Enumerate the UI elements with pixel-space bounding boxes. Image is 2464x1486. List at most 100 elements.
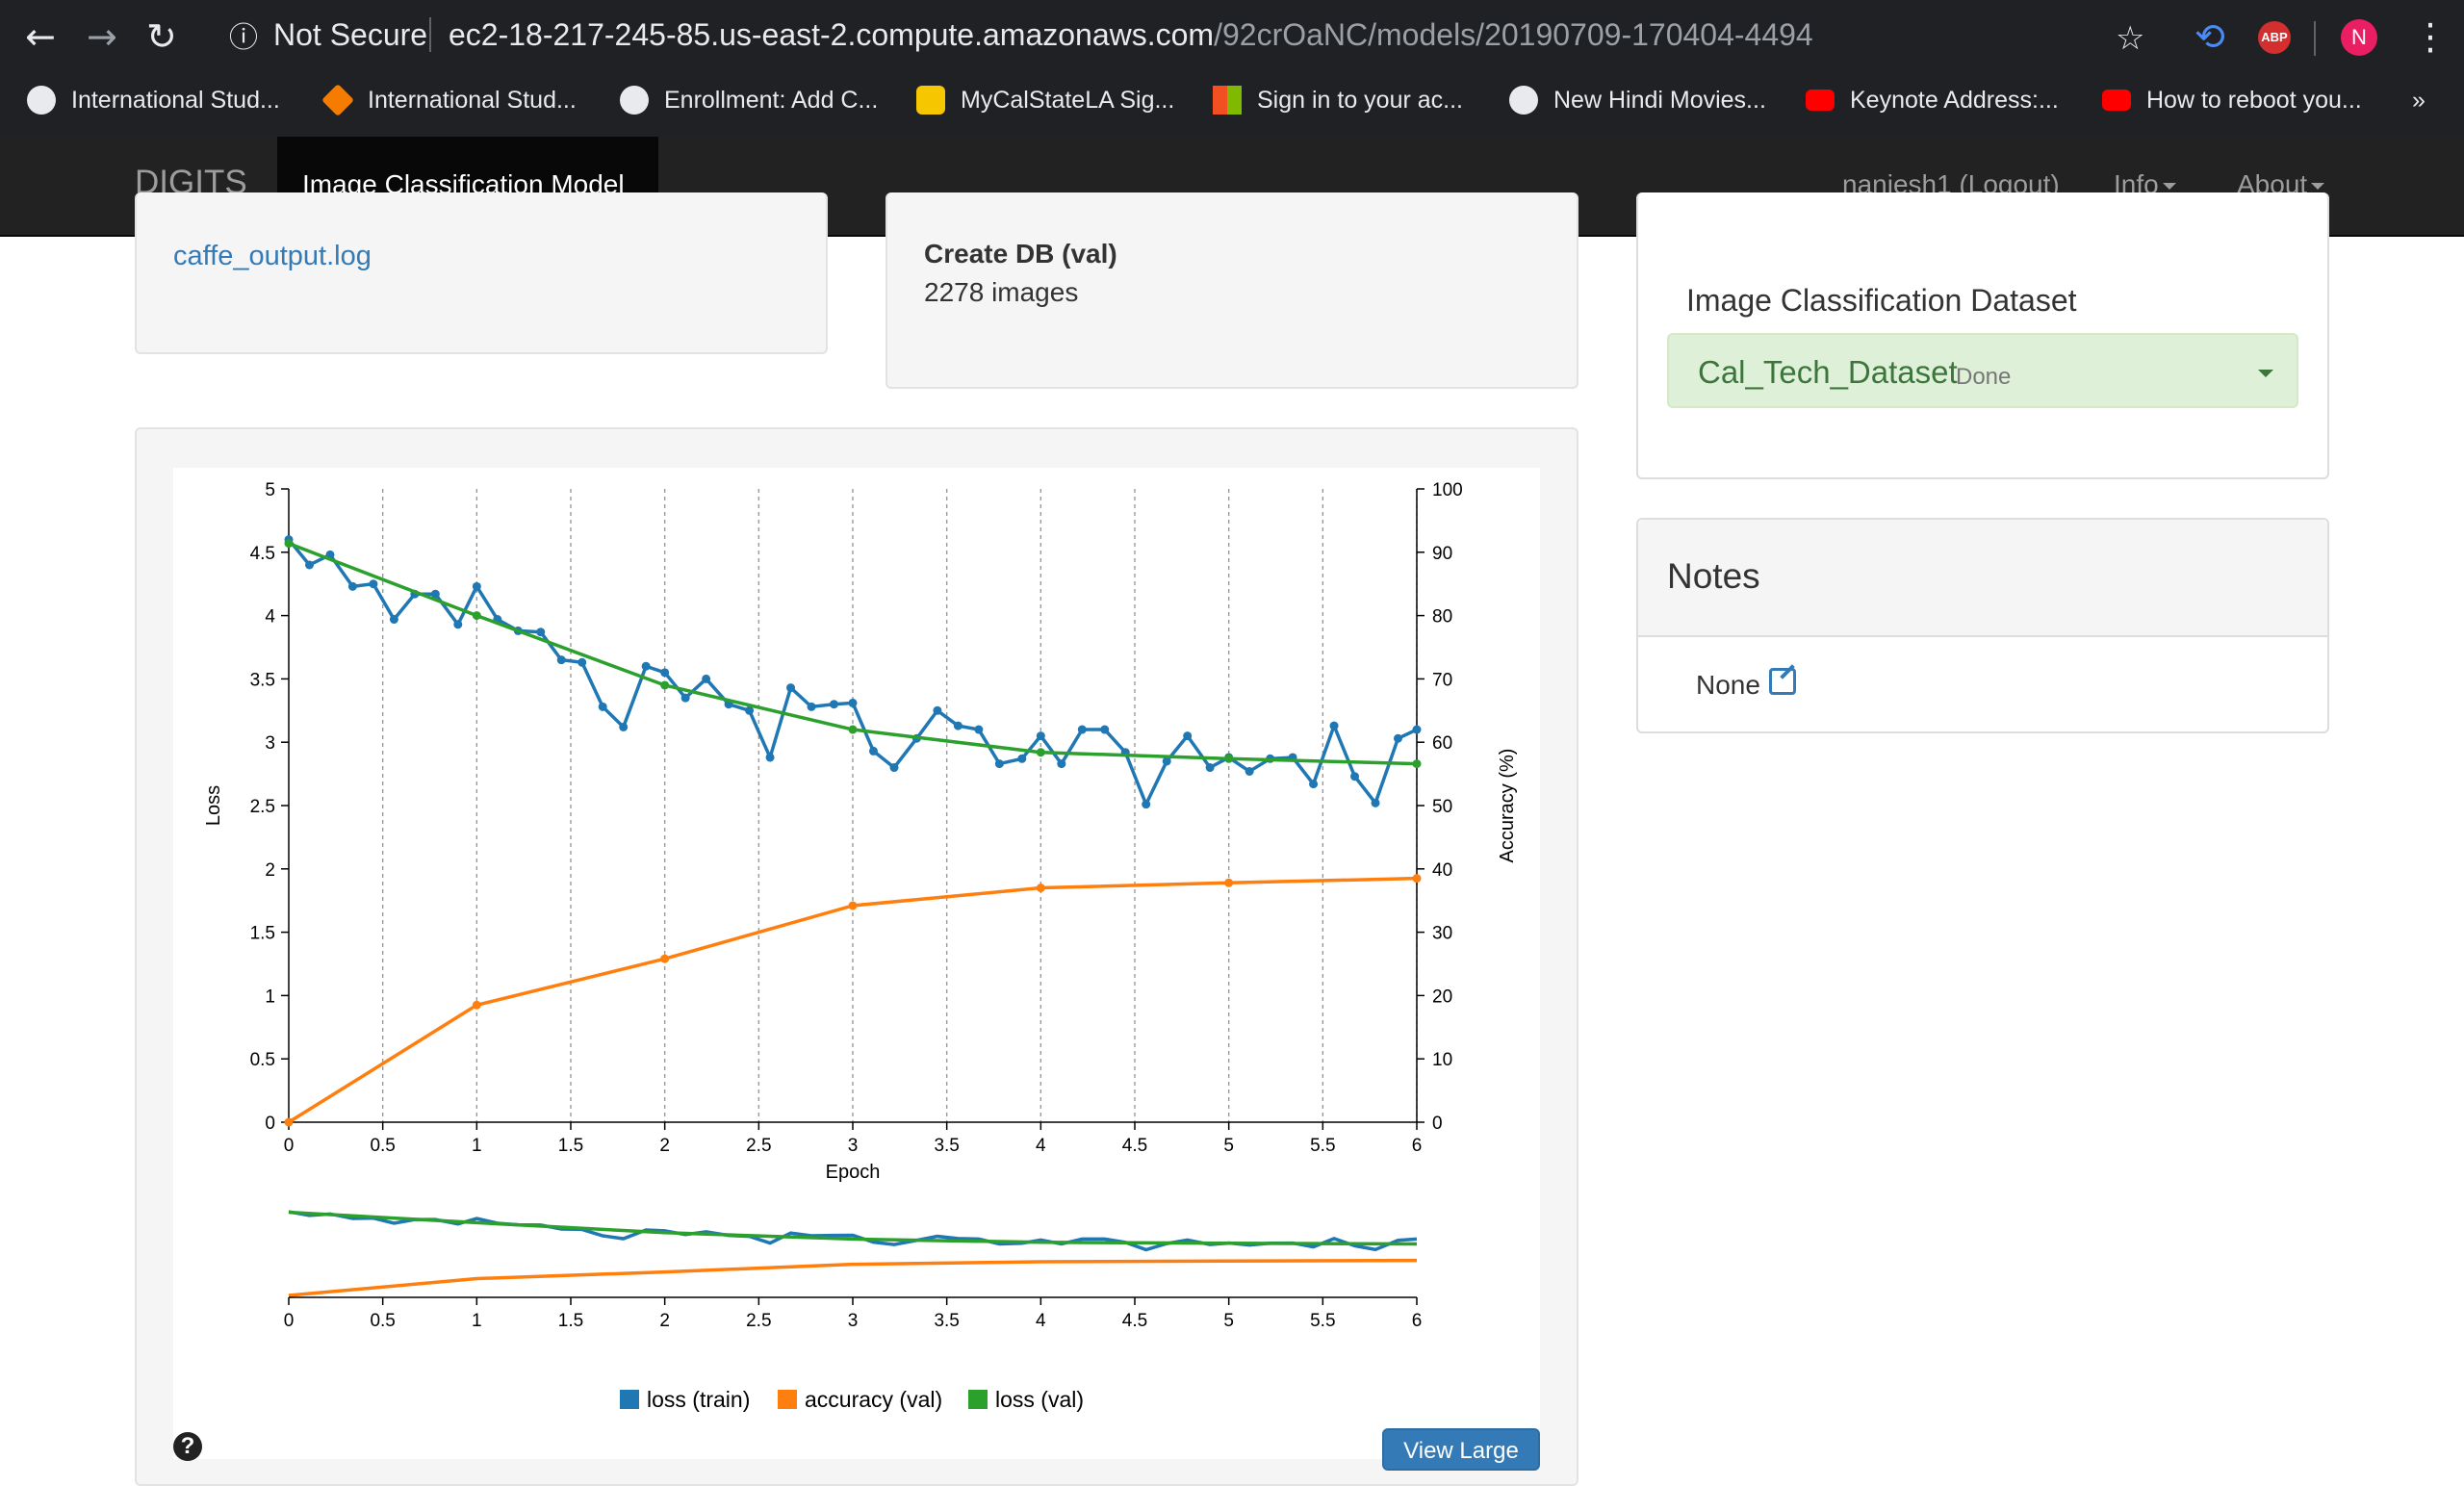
caret-down-icon: [2311, 183, 2325, 191]
bookmark-6[interactable]: Keynote Address:...: [1806, 81, 2059, 119]
x-tick-label: 4: [1036, 1136, 1046, 1156]
accuracy-val-series-point: [1412, 874, 1422, 884]
chart-container: 0 0.5 1 1.5 2 2.5 3 3.5 4 4.5 5 5.5 6 0 0.5 1 1.5 2 2.5 3 3.…: [173, 468, 1540, 1459]
training-chart: 0 0.5 1 1.5 2 2.5 3 3.5 4 4.5 5 5.5 600.511.522.533.…: [203, 480, 1518, 1412]
legend-label: loss (val): [995, 1387, 1084, 1412]
overview-x-tick-label: 1: [472, 1311, 482, 1331]
notes-header: Notes: [1638, 520, 2327, 637]
y-tick-label-left: 4: [265, 607, 275, 628]
sync-extension-icon[interactable]: ⟲: [2194, 17, 2225, 56]
view-large-button[interactable]: View Large: [1382, 1428, 1540, 1471]
profile-avatar[interactable]: N: [2341, 19, 2377, 56]
y-tick-label-left: 5: [265, 480, 275, 500]
bookmark-0[interactable]: International Stud...: [27, 81, 280, 119]
y-tick-label-right: 40: [1432, 860, 1452, 881]
loss-train-series-point: [868, 746, 878, 756]
loss-train-series-point: [304, 560, 314, 570]
bookmarks-overflow[interactable]: »: [2412, 81, 2426, 119]
caret-down-icon: [2162, 183, 2176, 191]
security-label[interactable]: Not Secure: [273, 17, 427, 53]
y-tick-label-right: 100: [1432, 480, 1463, 500]
y-tick-label-left: 3: [265, 733, 275, 754]
adblock-extension-icon[interactable]: ABP: [2258, 21, 2291, 54]
loss-val-series-point: [472, 611, 481, 621]
dataset-dropdown[interactable]: Cal_Tech_Dataset Done: [1667, 333, 2298, 408]
loss-train-series-point: [578, 657, 587, 667]
loss-train-series-line: [287, 538, 1418, 809]
accuracy-val-series-point: [284, 1117, 294, 1127]
overview-x-tick-label: 4: [1036, 1311, 1046, 1331]
diamond-logo-icon: [321, 84, 354, 116]
accuracy-val-series-point: [660, 954, 670, 963]
loss-train-series-point: [829, 700, 838, 709]
x-axis-title: Epoch: [826, 1162, 881, 1183]
loss-train-series-point: [848, 698, 858, 707]
youtube-icon: [1806, 90, 1835, 111]
help-icon[interactable]: ?: [173, 1432, 202, 1461]
y-axis-title: Loss: [203, 785, 224, 826]
globe-icon: [27, 86, 56, 115]
bookmark-2[interactable]: Enrollment: Add C...: [620, 81, 878, 119]
reload-icon[interactable]: ↻: [146, 17, 177, 56]
notes-heading: Notes: [1667, 556, 1760, 596]
x-tick-label: 3: [848, 1136, 859, 1156]
menu-kebab-icon[interactable]: ⋮: [2412, 17, 2449, 56]
x-tick-label: 2.5: [746, 1136, 771, 1156]
overview-x-tick-label: 5: [1223, 1311, 1234, 1331]
legend-swatch: [778, 1390, 797, 1409]
y-tick-label-right: 50: [1432, 797, 1452, 817]
overview-x-tick-label: 3.5: [934, 1311, 959, 1331]
info-circle-icon[interactable]: ⓘ: [229, 19, 258, 58]
db-info-well: Create DB (val) 2278 images: [886, 192, 1578, 389]
accuracy-val-series-point: [472, 1000, 481, 1010]
loss-train-series-point: [1309, 780, 1319, 789]
adblock-label: ABP: [2261, 30, 2288, 44]
loss-val-series-point: [284, 539, 294, 549]
loss-val-series-point: [1412, 759, 1422, 769]
url-path: /92crOaNC/models/20190709-170404-4494: [1214, 17, 1813, 52]
db-title: Create DB (val): [924, 239, 1117, 269]
accuracy-val-series-point: [1224, 878, 1234, 887]
loss-train-series-point: [933, 705, 942, 715]
legend-swatch: [620, 1390, 639, 1409]
loss-val-series-point: [1036, 748, 1045, 757]
loss-train-series-point: [786, 683, 796, 693]
y2-axis-title: Accuracy (%): [1497, 749, 1518, 863]
bookmark-7[interactable]: How to reboot you...: [2102, 81, 2362, 119]
legend-swatch: [968, 1390, 988, 1409]
globe-icon: [620, 86, 649, 115]
db-image-count: 2278 images: [924, 277, 1079, 307]
loss-train-series-point: [389, 615, 398, 625]
caffe-log-link[interactable]: caffe_output.log: [173, 241, 372, 272]
url-host: ec2-18-217-245-85.us-east-2.compute.amaz…: [449, 17, 1215, 52]
bookmark-3[interactable]: MyCalStateLA Sig...: [916, 81, 1174, 119]
x-tick-label: 0.5: [370, 1136, 395, 1156]
y-tick-label-right: 30: [1432, 924, 1452, 944]
bookmark-5[interactable]: New Hindi Movies...: [1509, 81, 1766, 119]
loss-train-series-point: [453, 620, 463, 629]
back-arrow-icon[interactable]: ←: [25, 17, 56, 56]
toolbar-separator: [2314, 21, 2316, 56]
forward-arrow-icon[interactable]: →: [87, 17, 117, 56]
overview-x-tick-label: 0.5: [370, 1311, 395, 1331]
loss-train-series-point: [1036, 731, 1045, 741]
loss-train-series-point: [1371, 798, 1380, 807]
dataset-status: Done: [1956, 364, 2012, 390]
y-tick-label-left: 0: [265, 1114, 275, 1134]
url-text[interactable]: ec2-18-217-245-85.us-east-2.compute.amaz…: [449, 17, 1813, 53]
y-tick-label-left: 3.5: [250, 670, 275, 690]
loss-train-series-point: [1017, 754, 1027, 763]
star-icon[interactable]: ☆: [2116, 19, 2144, 58]
loss-val-series-point: [1224, 754, 1234, 763]
loss-val-series-point: [848, 725, 858, 734]
bookmark-1[interactable]: International Stud...: [321, 81, 577, 119]
loss-train-series-point: [1077, 725, 1087, 734]
loss-train-series-point: [641, 661, 651, 671]
bookmark-4[interactable]: Sign in to your ac...: [1213, 81, 1463, 119]
loss-train-series-point: [1393, 733, 1402, 743]
overview-x-tick-label: 2.5: [746, 1311, 771, 1331]
loss-val-overview-line: [288, 1210, 1418, 1246]
overview-x-tick-label: 2: [659, 1311, 670, 1331]
notes-panel: Notes None: [1636, 518, 2329, 733]
x-tick-label: 6: [1412, 1136, 1423, 1156]
